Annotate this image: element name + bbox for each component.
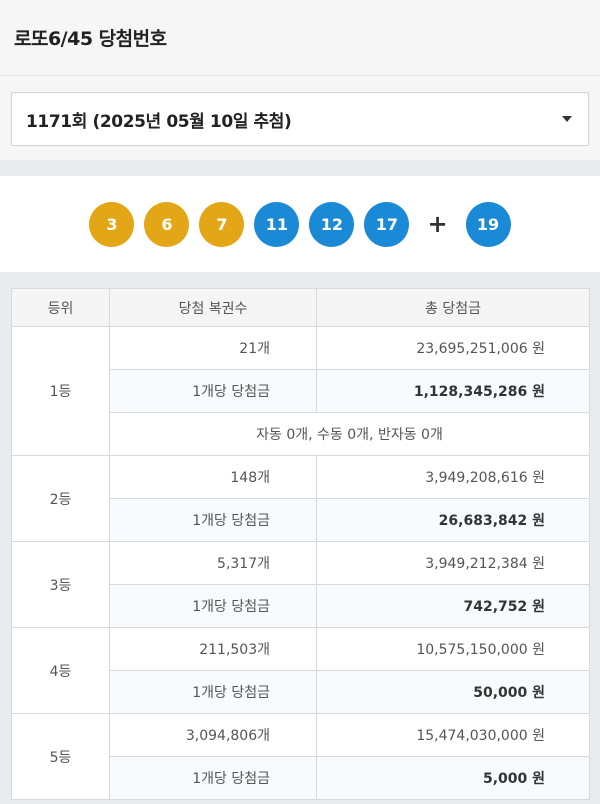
rank-cell: 2등 <box>11 455 110 542</box>
draw-select-value: 1171회 (2025년 05월 10일 추첨) <box>26 111 292 132</box>
number-ball: 11 <box>254 201 300 247</box>
rank-cell: 3등 <box>11 541 110 628</box>
rank-cell: 5등 <box>11 713 110 800</box>
table-row: 4등 211,503개 10,575,150,000 원 <box>11 627 590 714</box>
table-row: 5등 3,094,806개 15,474,030,000 원 <box>11 713 590 800</box>
section-gap <box>0 160 600 176</box>
table-header-row: 등위 당첨 복권수 총 당첨금 <box>11 288 590 327</box>
winning-numbers-panel: 3 6 7 11 12 17 + 19 <box>0 176 600 272</box>
per-label-cell: 1개당 당첨금 <box>109 584 317 628</box>
header-total: 총 당첨금 <box>316 288 590 327</box>
winning-numbers-row: 3 6 7 11 12 17 + 19 <box>89 201 511 247</box>
rank-cell: 4등 <box>11 627 110 714</box>
header-count: 당첨 복권수 <box>109 288 317 327</box>
plus-icon: + <box>427 210 448 238</box>
number-ball: 7 <box>199 201 245 247</box>
count-cell: 3,094,806개 <box>109 713 317 757</box>
rank-cell: 1등 <box>11 326 110 456</box>
total-cell: 23,695,251,006 원 <box>316 326 590 370</box>
per-amount-cell: 26,683,842 원 <box>316 498 590 542</box>
per-amount-cell: 742,752 원 <box>316 584 590 628</box>
draw-select-dropdown[interactable]: 1171회 (2025년 05월 10일 추첨) <box>11 92 589 146</box>
chevron-down-icon <box>562 116 572 122</box>
number-ball: 17 <box>364 201 410 247</box>
bonus-ball: 19 <box>465 201 511 247</box>
per-amount-cell: 50,000 원 <box>316 670 590 714</box>
per-label-cell: 1개당 당첨금 <box>109 670 317 714</box>
draw-select-area: 1171회 (2025년 05월 10일 추첨) <box>0 76 600 160</box>
header-rank: 등위 <box>11 288 110 327</box>
per-amount-cell: 5,000 원 <box>316 756 590 800</box>
method-breakdown-cell: 자동 0개, 수동 0개, 반자동 0개 <box>109 412 590 456</box>
table-row: 3등 5,317개 3,949,212,384 원 <box>11 541 590 628</box>
number-ball: 6 <box>144 201 190 247</box>
app-header: 로또6/45 당첨번호 <box>0 0 600 76</box>
per-label-cell: 1개당 당첨금 <box>109 756 317 800</box>
number-ball: 12 <box>309 201 355 247</box>
count-cell: 5,317개 <box>109 541 317 585</box>
prize-table-area: 등위 당첨 복권수 총 당첨금 1등 21개 23,695,251,006 원 … <box>0 272 600 800</box>
total-cell: 3,949,212,384 원 <box>316 541 590 585</box>
prize-table: 등위 당첨 복권수 총 당첨금 1등 21개 23,695,251,006 원 … <box>11 288 590 800</box>
count-cell: 148개 <box>109 455 317 499</box>
total-cell: 15,474,030,000 원 <box>316 713 590 757</box>
per-label-cell: 1개당 당첨금 <box>109 369 317 413</box>
total-cell: 10,575,150,000 원 <box>316 627 590 671</box>
total-cell: 3,949,208,616 원 <box>316 455 590 499</box>
page-title: 로또6/45 당첨번호 <box>14 28 167 50</box>
count-cell: 21개 <box>109 326 317 370</box>
count-cell: 211,503개 <box>109 627 317 671</box>
table-row: 2등 148개 3,949,208,616 원 <box>11 455 590 542</box>
per-label-cell: 1개당 당첨금 <box>109 498 317 542</box>
per-amount-cell: 1,128,345,286 원 <box>316 369 590 413</box>
table-row: 1등 21개 23,695,251,006 원 <box>11 326 590 456</box>
number-ball: 3 <box>89 201 135 247</box>
